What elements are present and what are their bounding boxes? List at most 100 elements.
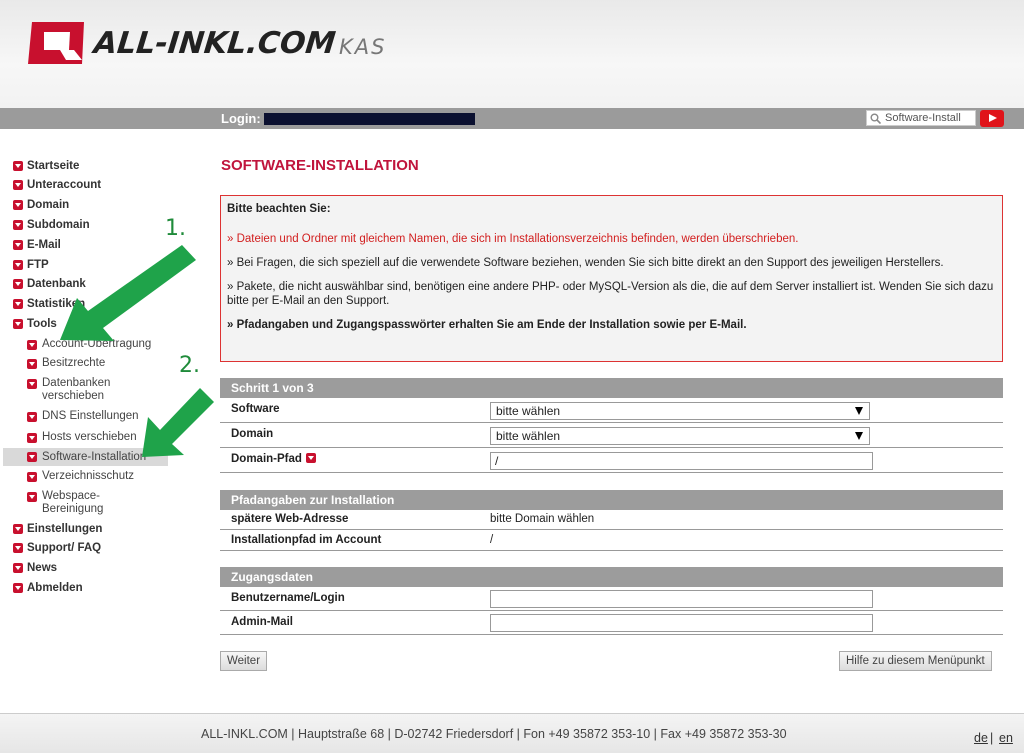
notice-box: Bitte beachten Sie: » Dateien und Ordner…	[220, 195, 1003, 362]
annotation-step-1: 1.	[165, 216, 186, 241]
sidebar-item-unteraccount[interactable]: Unteraccount	[13, 179, 101, 191]
domain-path-label-text: Domain-Pfad	[231, 453, 302, 465]
sidebar-item-statistiken[interactable]: Statistiken	[13, 298, 85, 310]
sidebar-item-domain[interactable]: Domain	[13, 199, 69, 211]
sidebar-subitem-besitzrechte[interactable]: Besitzrechte	[27, 357, 105, 370]
header: ALL-INKL.COM KAS	[0, 0, 1024, 108]
software-select-value: bitte wählen	[496, 404, 561, 418]
sidebar-item-abmelden[interactable]: Abmelden	[13, 582, 83, 594]
footer: ALL-INKL.COM | Hauptstraße 68 | D-02742 …	[0, 713, 1024, 753]
sidebar-subitem-label: Hosts verschieben	[42, 431, 137, 443]
admin-mail-label: Admin-Mail	[231, 616, 293, 628]
sidebar-subitem-label: Datenbanken verschieben	[42, 377, 111, 402]
quick-search-input[interactable]: Software-Install	[866, 110, 976, 126]
sidebar-item-label: Startseite	[27, 160, 80, 172]
sidebar-item-ftp[interactable]: FTP	[13, 259, 49, 271]
footer-address: ALL-INKL.COM | Hauptstraße 68 | D-02742 …	[201, 727, 787, 741]
search-icon	[870, 113, 881, 124]
notice-line-support: » Bei Fragen, die sich speziell auf die …	[227, 257, 944, 269]
username-label: Benutzername/Login	[231, 592, 345, 604]
sidebar-subitem-hosts-verschieben[interactable]: Hosts verschieben	[27, 431, 137, 444]
bullet-icon	[27, 433, 37, 443]
row-domain-path: Domain-Pfad /	[220, 448, 1003, 473]
youtube-play-icon[interactable]	[980, 110, 1004, 127]
bullet-icon	[27, 359, 37, 369]
domain-select[interactable]: bitte wählen	[490, 427, 870, 445]
annotation-step-2: 2.	[179, 353, 200, 378]
language-separator: |	[990, 731, 994, 745]
sidebar-item-label: E-Mail	[27, 239, 61, 251]
sidebar-subitem-dns-einstellungen[interactable]: DNS Einstellungen	[27, 410, 139, 423]
quick-search-text: Software-Install	[885, 112, 961, 124]
notice-line-passwords: » Pfadangaben und Zugangspasswörter erha…	[227, 319, 747, 331]
section-step-heading: Schritt 1 von 3	[220, 378, 1003, 398]
notice-line-packages: » Pakete, die nicht auswählbar sind, ben…	[227, 281, 994, 307]
sidebar-subitem-datenbanken-verschieben[interactable]: Datenbanken verschieben	[27, 377, 137, 403]
bullet-icon	[13, 583, 23, 593]
bullet-icon	[13, 279, 23, 289]
sidebar-item-label: News	[27, 562, 58, 574]
sidebar-subitem-label: Software-Installation	[42, 450, 147, 463]
bullet-icon	[13, 161, 23, 171]
brand-name: ALL-INKL.COM	[92, 26, 338, 61]
sidebar-subitem-label: Besitzrechte	[42, 357, 106, 369]
bullet-icon	[13, 563, 23, 573]
web-address-label: spätere Web-Adresse	[231, 513, 349, 525]
software-select[interactable]: bitte wählen	[490, 402, 870, 420]
arrow-2-icon	[142, 388, 214, 457]
sidebar-item-support-faq[interactable]: Support/ FAQ	[13, 542, 101, 554]
sidebar-subitem-account-uebertragung[interactable]: Account-Übertragung	[27, 338, 151, 351]
sidebar-item-label: FTP	[27, 259, 49, 271]
domain-label: Domain	[231, 428, 274, 440]
dropdown-arrow-icon	[855, 407, 863, 415]
bullet-icon	[13, 260, 23, 270]
sidebar-item-label: Abmelden	[27, 582, 83, 594]
login-label: Login:	[221, 111, 261, 126]
bullet-icon	[27, 340, 37, 350]
domain-path-label: Domain-Pfad	[231, 453, 316, 465]
admin-mail-input[interactable]	[490, 614, 873, 632]
all-inkl-logo-icon[interactable]	[26, 20, 88, 66]
username-input[interactable]	[490, 590, 873, 608]
language-en-link[interactable]: en	[999, 731, 1013, 745]
row-username: Benutzername/Login	[220, 587, 1003, 611]
row-web-address: spätere Web-Adresse bitte Domain wählen	[220, 510, 1003, 530]
sidebar-item-einstellungen[interactable]: Einstellungen	[13, 523, 102, 535]
sidebar-item-startseite[interactable]: Startseite	[13, 160, 79, 172]
bullet-icon	[13, 220, 23, 230]
sidebar-item-tools[interactable]: Tools	[13, 318, 57, 330]
notice-title: Bitte beachten Sie:	[227, 203, 331, 215]
section-access-heading: Zugangsdaten	[220, 567, 1003, 587]
language-de-link[interactable]: de	[974, 731, 988, 745]
row-software: Software bitte wählen	[220, 398, 1003, 423]
product-name: KAS	[339, 35, 387, 59]
arrow-1-icon	[60, 245, 196, 341]
sidebar-item-email[interactable]: E-Mail	[13, 239, 61, 251]
bullet-icon	[13, 319, 23, 329]
sidebar-item-label: Datenbank	[27, 278, 86, 290]
sidebar-subitem-webspace-bereinigung[interactable]: Webspace-Bereinigung	[27, 490, 122, 516]
sidebar-item-label: Tools	[27, 318, 57, 330]
domain-select-value: bitte wählen	[496, 429, 561, 443]
sidebar-subitem-label: DNS Einstellungen	[42, 410, 139, 422]
dropdown-arrow-icon	[855, 432, 863, 440]
next-button[interactable]: Weiter	[220, 651, 268, 671]
help-menu-button[interactable]: Hilfe zu diesem Menüpunkt	[839, 651, 992, 671]
sidebar-item-label: Unteraccount	[27, 179, 102, 191]
help-icon[interactable]	[305, 453, 316, 463]
row-domain: Domain bitte wählen	[220, 423, 1003, 448]
sidebar-subitem-label: Account-Übertragung	[42, 338, 152, 350]
bullet-icon	[13, 180, 23, 190]
sidebar-item-subdomain[interactable]: Subdomain	[13, 219, 90, 231]
sidebar-subitem-software-installation[interactable]: Software-Installation	[3, 448, 168, 466]
sidebar-subitem-verzeichnisschutz[interactable]: Verzeichnisschutz	[27, 470, 134, 483]
bullet-icon	[27, 492, 37, 502]
bullet-icon	[27, 412, 37, 422]
sidebar-item-news[interactable]: News	[13, 562, 57, 574]
install-path-label: Installationpfad im Account	[231, 534, 382, 546]
sidebar-item-datenbank[interactable]: Datenbank	[13, 278, 86, 290]
domain-path-input[interactable]: /	[490, 452, 873, 470]
bullet-icon	[13, 543, 23, 553]
row-install-path: Installationpfad im Account /	[220, 530, 1003, 551]
notice-line-overwrite: » Dateien und Ordner mit gleichem Namen,…	[227, 233, 799, 245]
